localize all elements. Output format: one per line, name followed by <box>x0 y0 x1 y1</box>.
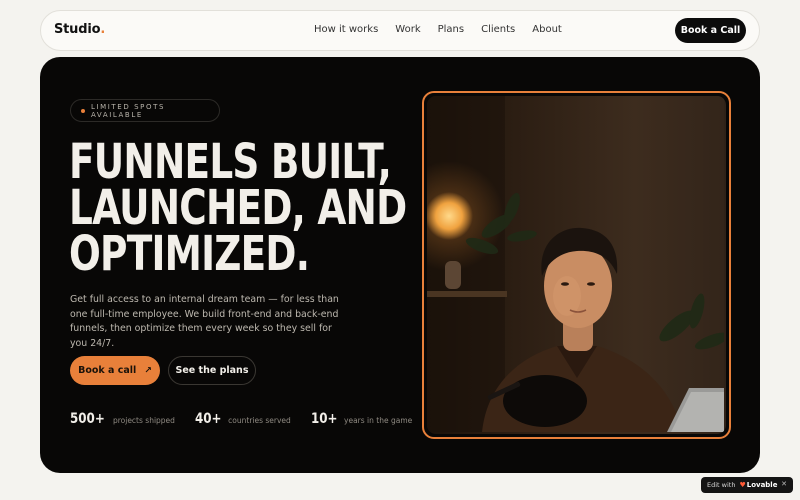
stat-countries: 40+ countries served <box>195 411 291 427</box>
logo-dot: . <box>100 22 106 37</box>
stats-row: 500+ projects shipped 40+ countries serv… <box>70 411 432 427</box>
nav-links: How it works Work Plans Clients About <box>314 24 579 35</box>
hero-description: Get full access to an internal dream tea… <box>70 294 339 349</box>
stat-years: 10+ years in the game <box>311 411 412 427</box>
portrait-photo <box>427 96 726 434</box>
headline-line-1: FUNNELS BUILT, <box>69 134 392 190</box>
stat-value: 40+ <box>194 411 222 427</box>
hero-section: LIMITED SPOTS AVAILABLE FUNNELS BUILT, L… <box>40 57 760 473</box>
close-icon[interactable]: ✕ <box>781 480 787 488</box>
book-a-call-nav-button[interactable]: Book a Call <box>675 18 746 43</box>
portrait-photo-frame <box>422 91 731 439</box>
arrow-up-right-icon: ↗ <box>144 365 152 376</box>
headline-line-3: OPTIMIZED. <box>69 226 310 282</box>
edit-with-label: Edit with <box>707 481 736 489</box>
status-dot-icon <box>81 108 85 113</box>
top-nav: Studio. How it works Work Plans Clients … <box>40 10 760 51</box>
nav-link-clients[interactable]: Clients <box>481 24 515 35</box>
headline-line-2: LAUNCHED, AND <box>69 180 407 236</box>
stat-label: projects shipped <box>112 416 175 425</box>
logo-text: Studio <box>54 22 101 37</box>
nav-link-plans[interactable]: Plans <box>438 24 464 35</box>
book-a-call-button[interactable]: Book a call ↗ <box>70 356 160 385</box>
portrait-illustration <box>427 96 724 432</box>
logo[interactable]: Studio. <box>54 22 105 37</box>
nav-link-about[interactable]: About <box>532 24 562 35</box>
lovable-brand-label: Lovable <box>746 481 778 489</box>
badge-text: LIMITED SPOTS AVAILABLE <box>90 102 166 119</box>
nav-link-work[interactable]: Work <box>395 24 420 35</box>
stat-value: 10+ <box>310 411 338 427</box>
stat-value: 500+ <box>70 411 105 427</box>
edit-with-lovable-badge[interactable]: Edit with ♥ Lovable ✕ <box>701 477 793 493</box>
hero-headline: FUNNELS BUILT, LAUNCHED, AND OPTIMIZED. <box>69 134 407 282</box>
lovable-logo-icon: ♥ <box>739 481 746 489</box>
stat-projects: 500+ projects shipped <box>70 411 175 427</box>
stat-label: years in the game <box>344 416 413 425</box>
book-a-call-label: Book a call <box>78 365 137 376</box>
nav-link-how-it-works[interactable]: How it works <box>314 24 378 35</box>
stat-label: countries served <box>228 416 291 425</box>
limited-spots-badge: LIMITED SPOTS AVAILABLE <box>70 99 220 122</box>
see-the-plans-button[interactable]: See the plans <box>168 356 256 385</box>
